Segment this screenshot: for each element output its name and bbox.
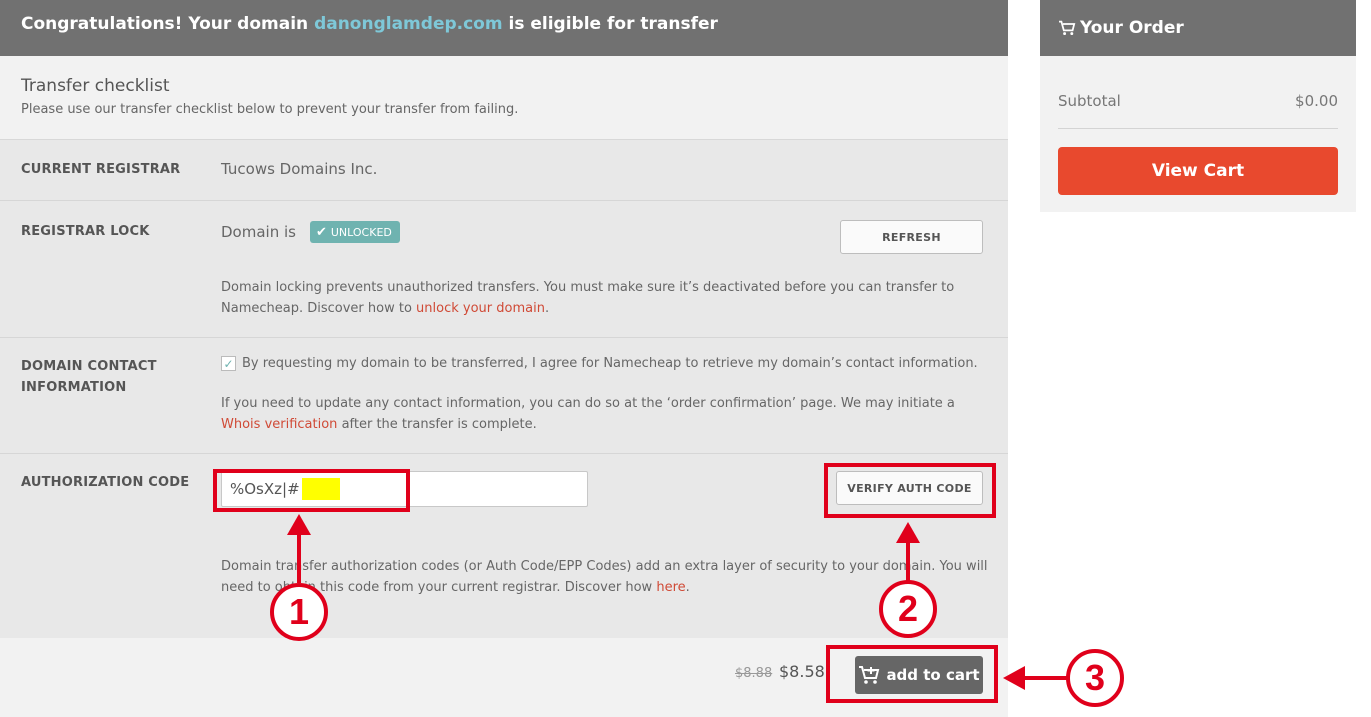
step-marker-2: 2 xyxy=(879,580,937,638)
annotation-arrows xyxy=(287,514,1068,690)
step-marker-3: 3 xyxy=(1066,649,1124,707)
step-marker-1: 1 xyxy=(270,583,328,641)
